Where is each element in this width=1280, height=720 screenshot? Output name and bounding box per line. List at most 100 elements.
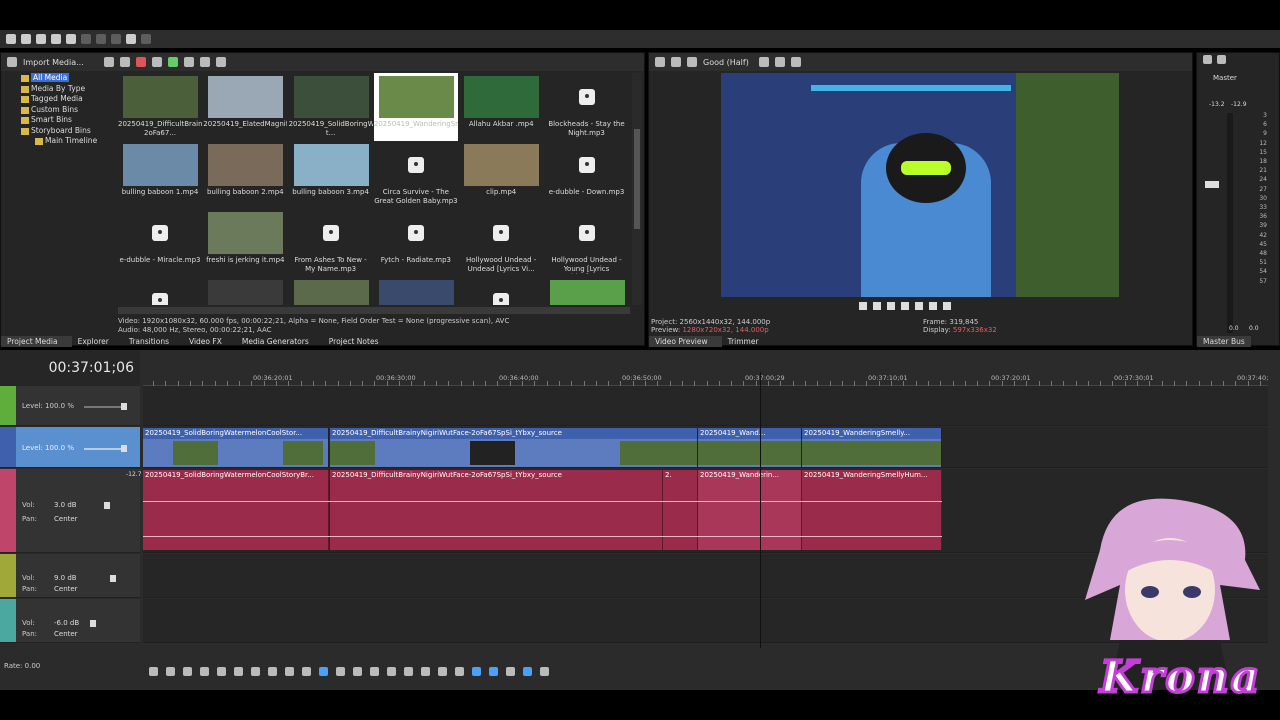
master-fader-knob[interactable] <box>1205 181 1219 188</box>
media-item[interactable] <box>459 277 543 305</box>
loop-icon[interactable] <box>859 302 867 310</box>
play-icon[interactable] <box>873 302 881 310</box>
track-header-7[interactable]: Vol: -6.0 dB Pan: Center <box>0 599 140 643</box>
media-item[interactable]: e-dubble - Down.mp3 <box>545 141 629 209</box>
media-item[interactable]: 20250419_ElatedMagnificentWombatSoonerLa… <box>203 73 287 141</box>
pause-icon[interactable] <box>887 302 895 310</box>
track-1-fader[interactable] <box>84 406 126 408</box>
media-item[interactable]: Fytch - Radiate.mp3 <box>374 209 458 277</box>
properties-icon[interactable] <box>66 34 76 44</box>
media-item[interactable]: e-dubble - Miracle.mp3 <box>118 209 202 277</box>
media-item[interactable] <box>374 277 458 305</box>
bin-tree-item[interactable]: Media By Type <box>5 84 117 95</box>
undo-icon[interactable] <box>126 34 136 44</box>
media-item[interactable] <box>545 277 629 305</box>
tab-master-bus[interactable]: Master Bus <box>1197 336 1251 347</box>
media-item[interactable]: From Ashes To New - My Name.mp3 <box>289 209 373 277</box>
play-icon[interactable] <box>200 666 209 676</box>
save-icon[interactable] <box>36 34 46 44</box>
prev-frame-icon[interactable] <box>915 302 923 310</box>
track-7-vol-knob[interactable] <box>90 620 96 627</box>
selection-tool-icon[interactable] <box>353 666 362 676</box>
stop-icon[interactable] <box>234 666 243 676</box>
menu-icon[interactable] <box>943 302 951 310</box>
ripple-icon[interactable] <box>506 666 515 676</box>
delete-icon[interactable] <box>387 666 396 676</box>
cut-icon[interactable] <box>81 34 91 44</box>
audio-clip[interactable]: 2. <box>663 470 698 550</box>
media-item[interactable] <box>118 277 202 305</box>
go-to-start-icon[interactable] <box>251 666 260 676</box>
media-item[interactable]: Hollywood Undead - Undead [Lyrics Vi... <box>459 209 543 277</box>
play-from-start-icon[interactable] <box>183 666 192 676</box>
next-frame-icon[interactable] <box>929 302 937 310</box>
capture-icon[interactable] <box>103 57 114 67</box>
lock-icon[interactable] <box>438 666 447 676</box>
track-header-2[interactable]: Level: 100.0 % <box>0 427 140 468</box>
media-item[interactable] <box>203 277 287 305</box>
prev-frame-icon[interactable] <box>285 666 294 676</box>
remove-icon[interactable] <box>135 57 146 67</box>
stop-icon[interactable] <box>183 57 194 67</box>
media-fx-icon[interactable] <box>119 57 130 67</box>
media-item[interactable]: 20250419_DifficultBrainyNigiriWutFace-2o… <box>118 73 202 141</box>
go-to-end-icon[interactable] <box>268 666 277 676</box>
bin-tree-item[interactable]: Smart Bins <box>5 115 117 126</box>
track-header-6[interactable]: Vol: 9.0 dB Pan: Center <box>0 554 140 598</box>
media-item[interactable]: Hollywood Undead - Young [Lyrics Video].… <box>545 209 629 277</box>
trim-icon[interactable] <box>404 666 413 676</box>
tab-explorer[interactable]: Explorer <box>72 336 123 347</box>
split-screen-icon[interactable] <box>687 57 697 67</box>
track-lane-2[interactable]: 20250419_SolidBoringWatermelonCoolStor..… <box>143 427 1268 468</box>
play-icon[interactable] <box>167 57 178 67</box>
media-item[interactable]: bulling baboon 1.mp4 <box>118 141 202 209</box>
audio-clip[interactable]: 20250419_WanderingSmellyHum... <box>802 470 942 550</box>
video-clip[interactable]: 20250419_DifficultBrainyNigiriWutFace-2o… <box>330 428 698 467</box>
next-frame-icon[interactable] <box>302 666 311 676</box>
audio-clip[interactable]: 20250419_DifficultBrainyNigiriWutFace-2o… <box>330 470 663 550</box>
track-6-vol-knob[interactable] <box>110 575 116 582</box>
playhead[interactable] <box>760 372 761 648</box>
save-snapshot-icon[interactable] <box>790 57 801 67</box>
media-item[interactable]: Blockheads - Stay the Night.mp3 <box>545 73 629 141</box>
bin-tree-item[interactable]: Tagged Media <box>5 94 117 105</box>
split-icon[interactable] <box>421 666 430 676</box>
views-icon[interactable] <box>199 57 210 67</box>
media-hscrollbar[interactable] <box>118 307 630 314</box>
ignore-grouping-icon[interactable] <box>540 666 549 676</box>
auto-crossfade-icon[interactable] <box>489 666 498 676</box>
marker-icon[interactable] <box>455 666 464 676</box>
bin-tree-item[interactable]: Main Timeline <box>5 136 117 147</box>
track-5-vol-knob[interactable] <box>104 502 110 509</box>
tab-project-notes[interactable]: Project Notes <box>323 336 393 347</box>
stop-icon[interactable] <box>901 302 909 310</box>
media-item[interactable]: 20250419_WanderingSmellyHum... <box>373 73 458 141</box>
normal-edit-tool-icon[interactable] <box>319 666 328 676</box>
envelope-tool-icon[interactable] <box>336 666 345 676</box>
video-clip[interactable]: 20250419_WanderingSmelly... <box>802 428 942 467</box>
copy-snapshot-icon[interactable] <box>774 57 785 67</box>
search-icon[interactable] <box>215 57 226 67</box>
loop-icon[interactable] <box>166 666 175 676</box>
preview-fx-icon[interactable] <box>671 57 681 67</box>
audio-clip-selected[interactable]: 20250419_Wanderin... <box>698 470 802 550</box>
overlays-icon[interactable] <box>758 57 769 67</box>
track-lane-1[interactable] <box>143 386 1268 426</box>
render-icon[interactable] <box>51 34 61 44</box>
track-2-fader-knob[interactable] <box>121 445 127 452</box>
settings-icon[interactable] <box>655 57 665 67</box>
media-item[interactable]: clip.mp4 <box>459 141 543 209</box>
media-scrollbar[interactable] <box>632 73 642 305</box>
pause-icon[interactable] <box>217 666 226 676</box>
media-item[interactable]: bulling baboon 3.mp4 <box>289 141 373 209</box>
snapping-icon[interactable] <box>472 666 481 676</box>
bin-tree-item[interactable]: All Media <box>5 73 117 84</box>
paste-icon[interactable] <box>111 34 121 44</box>
track-header-1[interactable]: Level: 100.0 % <box>0 386 140 426</box>
media-item[interactable]: Allahu Akbar .mp4 <box>459 73 543 141</box>
media-item[interactable]: freshi is jerking it.mp4 <box>203 209 287 277</box>
tab-trimmer[interactable]: Trimmer <box>722 336 773 347</box>
media-item[interactable] <box>289 277 373 305</box>
media-item[interactable]: Circa Survive - The Great Golden Baby.mp… <box>374 141 458 209</box>
bin-tree-item[interactable]: Storyboard Bins <box>5 126 117 137</box>
